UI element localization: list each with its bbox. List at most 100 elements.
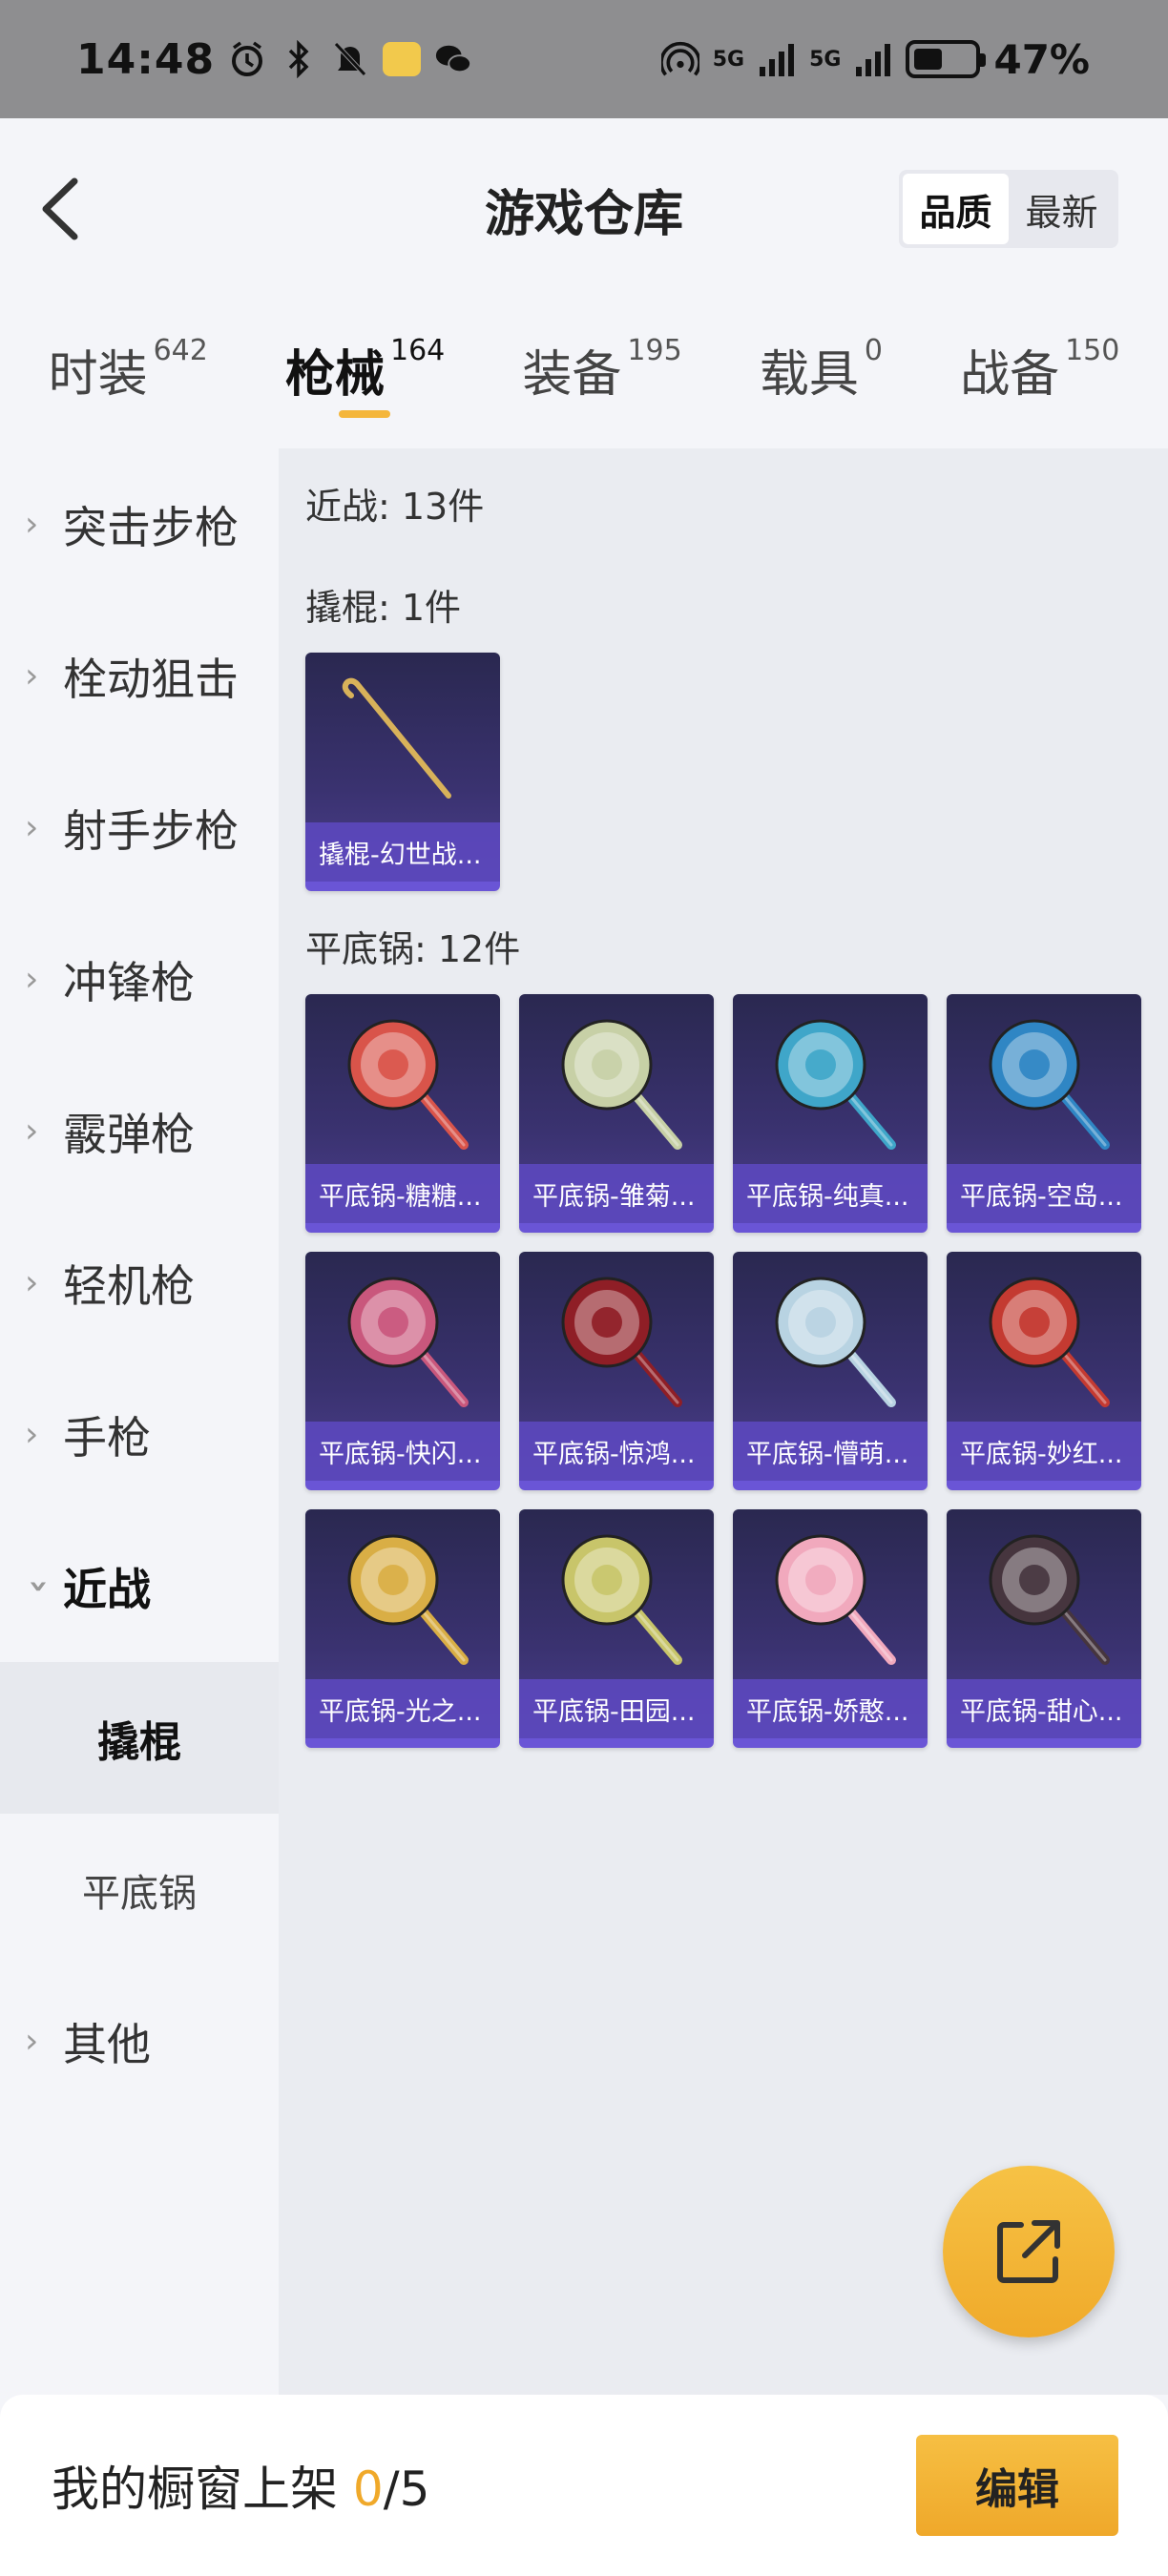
tab-label: 时装 bbox=[48, 346, 148, 404]
tab-count: 0 bbox=[864, 334, 883, 367]
tab-count: 164 bbox=[390, 334, 446, 367]
signal-icon bbox=[758, 40, 796, 78]
sidebar-item-lmg[interactable]: › 轻机枪 bbox=[0, 1207, 279, 1359]
sidebar-item-shotgun[interactable]: › 霰弹枪 bbox=[0, 1055, 279, 1207]
frying-pan-icon bbox=[947, 994, 1141, 1174]
hotspot-icon bbox=[660, 40, 699, 78]
item-name: 平底锅-光之... bbox=[305, 1679, 500, 1738]
tab-equipment[interactable]: 装备 195 bbox=[522, 334, 681, 405]
alarm-icon bbox=[228, 40, 266, 78]
content-panel: 近战: 13件 撬棍: 1件 撬棍-幻世战... 平底锅: 12件 平底锅-糖糖… bbox=[279, 448, 1168, 2395]
sort-quality-button[interactable]: 品质 bbox=[903, 174, 1009, 244]
tab-count: 195 bbox=[627, 334, 682, 367]
item-name: 平底锅-妙红... bbox=[947, 1422, 1141, 1481]
frying-pan-icon bbox=[305, 1252, 500, 1431]
tab-label: 载具 bbox=[759, 346, 859, 404]
status-right: 5G 5G 47% bbox=[660, 35, 1090, 83]
item-card-pan[interactable]: 平底锅-糖糖... bbox=[305, 994, 500, 1233]
sidebar-item-label: 栓动狙击 bbox=[63, 653, 239, 705]
tab-label: 战备 bbox=[960, 346, 1060, 404]
item-name: 平底锅-娇憨... bbox=[733, 1679, 928, 1738]
frying-pan-icon bbox=[733, 1509, 928, 1689]
showcase-status: 我的橱窗上架 0/5 bbox=[52, 2451, 429, 2520]
item-name: 平底锅-田园... bbox=[519, 1679, 714, 1738]
tab-count: 150 bbox=[1065, 334, 1120, 367]
sidebar-item-pistol[interactable]: › 手枪 bbox=[0, 1359, 279, 1510]
frying-pan-icon bbox=[519, 994, 714, 1174]
crowbar-section-title: 撬棍: 1件 bbox=[305, 587, 462, 629]
sort-toggle: 品质 最新 bbox=[899, 170, 1118, 248]
sidebar-item-melee[interactable]: › 近战 bbox=[0, 1510, 279, 1662]
signal-icon-2 bbox=[854, 40, 892, 78]
item-card-pan[interactable]: 平底锅-快闪... bbox=[305, 1252, 500, 1490]
battery-percent: 47% bbox=[993, 35, 1090, 83]
sidebar-item-label: 霰弹枪 bbox=[63, 1108, 195, 1160]
sidebar: › 突击步枪 › 栓动狙击 › 射手步枪 › 冲锋枪 › 霰弹枪 › 轻机枪 › 手枪 › 近战… bbox=[0, 448, 279, 2395]
sidebar-item-label: 手枪 bbox=[63, 1411, 151, 1464]
chevron-right-icon: › bbox=[25, 1111, 39, 1151]
tab-label: 枪械 bbox=[284, 346, 385, 404]
item-name: 平底锅-空岛... bbox=[947, 1164, 1141, 1223]
item-card-pan[interactable]: 平底锅-惊鸿... bbox=[519, 1252, 714, 1490]
sidebar-item-dmr[interactable]: › 射手步枪 bbox=[0, 752, 279, 904]
network-type-2: 5G bbox=[809, 47, 842, 72]
sidebar-item-other[interactable]: › 其他 bbox=[0, 1965, 279, 2117]
chevron-right-icon: › bbox=[25, 505, 39, 544]
showcase-prefix: 我的橱窗上架 bbox=[52, 2462, 353, 2517]
item-card-pan[interactable]: 平底锅-空岛... bbox=[947, 994, 1141, 1233]
chevron-right-icon: › bbox=[25, 960, 39, 999]
sidebar-item-smg[interactable]: › 冲锋枪 bbox=[0, 904, 279, 1055]
frying-pan-icon bbox=[733, 1252, 928, 1431]
frying-pan-icon bbox=[305, 1509, 500, 1689]
tab-vehicles[interactable]: 载具 0 bbox=[760, 334, 883, 405]
frying-pan-icon bbox=[733, 994, 928, 1174]
item-card-pan[interactable]: 平底锅-田园... bbox=[519, 1509, 714, 1748]
share-button[interactable] bbox=[943, 2166, 1115, 2337]
pan-section-title: 平底锅: 12件 bbox=[305, 928, 521, 970]
showcase-total: /5 bbox=[383, 2462, 430, 2517]
chevron-right-icon: › bbox=[25, 1263, 39, 1302]
item-name: 平底锅-雏菊... bbox=[519, 1164, 714, 1223]
item-card-crowbar[interactable]: 撬棍-幻世战... bbox=[305, 653, 500, 891]
item-card-pan[interactable]: 平底锅-纯真... bbox=[733, 994, 928, 1233]
mute-icon bbox=[331, 40, 369, 78]
chevron-right-icon: › bbox=[25, 808, 39, 847]
sidebar-item-assault-rifle[interactable]: › 突击步枪 bbox=[0, 448, 279, 600]
chevron-down-icon: › bbox=[19, 1579, 59, 1593]
sidebar-item-label: 轻机枪 bbox=[63, 1259, 195, 1312]
item-card-pan[interactable]: 平底锅-光之... bbox=[305, 1509, 500, 1748]
item-card-pan[interactable]: 平底锅-娇憨... bbox=[733, 1509, 928, 1748]
status-left: 14:48 bbox=[76, 35, 472, 84]
item-name: 平底锅-糖糖... bbox=[305, 1164, 500, 1223]
tab-fashion[interactable]: 时装 642 bbox=[49, 334, 208, 405]
tab-firearms[interactable]: 枪械 164 bbox=[284, 334, 446, 418]
crowbar-icon bbox=[305, 653, 500, 832]
network-type-1: 5G bbox=[712, 47, 745, 72]
sidebar-item-label: 近战 bbox=[63, 1563, 151, 1615]
melee-total-title: 近战: 13件 bbox=[305, 486, 485, 528]
sidebar-item-label: 射手步枪 bbox=[63, 804, 239, 857]
item-card-pan[interactable]: 平底锅-甜心... bbox=[947, 1509, 1141, 1748]
sidebar-item-label: 突击步枪 bbox=[63, 501, 239, 553]
sidebar-subitem-pan[interactable]: 平底锅 bbox=[0, 1814, 279, 1965]
item-card-pan[interactable]: 平底锅-雏菊... bbox=[519, 994, 714, 1233]
item-name: 平底锅-懵萌... bbox=[733, 1422, 928, 1481]
sidebar-subitem-crowbar[interactable]: 撬棍 bbox=[0, 1662, 279, 1814]
item-name: 平底锅-快闪... bbox=[305, 1422, 500, 1481]
edit-button[interactable]: 编辑 bbox=[916, 2435, 1118, 2536]
frying-pan-icon bbox=[519, 1252, 714, 1431]
item-card-pan[interactable]: 平底锅-懵萌... bbox=[733, 1252, 928, 1490]
sidebar-item-label: 冲锋枪 bbox=[63, 956, 195, 1008]
frying-pan-icon bbox=[519, 1509, 714, 1689]
sort-latest-button[interactable]: 最新 bbox=[1009, 174, 1115, 244]
status-time: 14:48 bbox=[76, 34, 216, 84]
frying-pan-icon bbox=[947, 1252, 1141, 1431]
tab-supplies[interactable]: 战备 150 bbox=[960, 334, 1119, 405]
sidebar-item-bolt-sniper[interactable]: › 栓动狙击 bbox=[0, 600, 279, 752]
frying-pan-icon bbox=[305, 994, 500, 1174]
item-name: 平底锅-纯真... bbox=[733, 1164, 928, 1223]
showcase-current: 0 bbox=[352, 2462, 384, 2517]
item-card-pan[interactable]: 平底锅-妙红... bbox=[947, 1252, 1141, 1490]
status-bar: 14:48 5G 5G 47% bbox=[0, 0, 1168, 118]
app-icon bbox=[383, 42, 422, 76]
